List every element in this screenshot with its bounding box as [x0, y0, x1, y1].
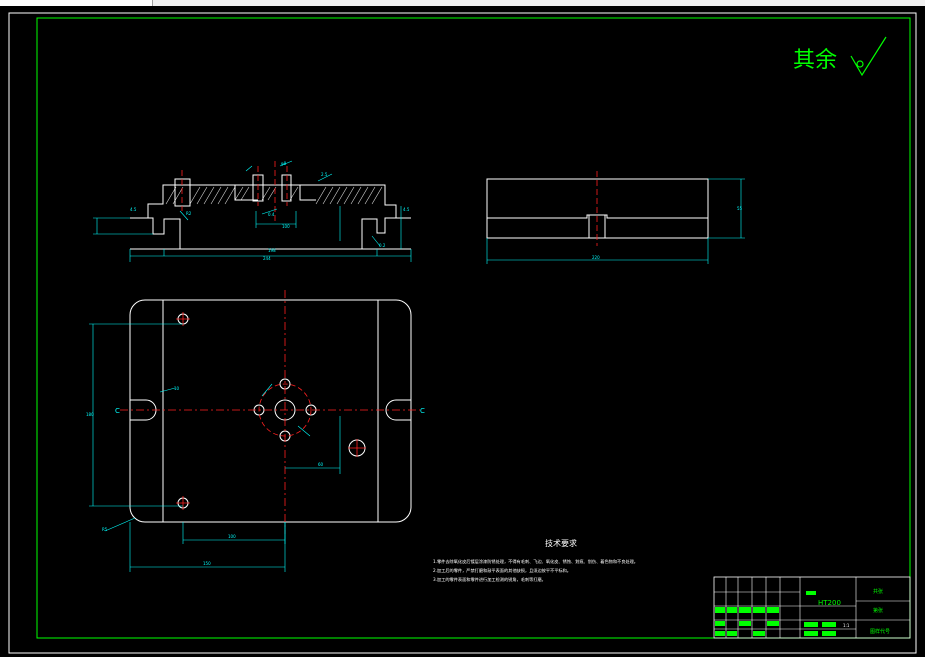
tech-title: 技术要求: [545, 538, 577, 548]
roughness-symbol: [850, 36, 887, 77]
svg-text:55: 55: [737, 206, 743, 211]
tech-item-1: 1.零件去除氧化皮后镀层涂漆防锈处理，不得有毛刺、飞边、氧化皮、锈蚀、划痕、划伤…: [433, 558, 638, 565]
svg-text:4.5: 4.5: [130, 207, 137, 212]
svg-text:R2: R2: [186, 211, 192, 216]
svg-text:244: 244: [263, 256, 271, 261]
surface-note: 其余: [793, 48, 837, 73]
inner-border: [36, 17, 911, 639]
plan-view: 180 150 100 60 R5 10 C C: [86, 290, 425, 572]
svg-text:R5: R5: [102, 527, 108, 532]
svg-text:100: 100: [228, 534, 236, 539]
title-block-r1: 共张: [873, 588, 883, 595]
material-label: HT200: [818, 599, 841, 607]
tech-item-2: 2.加工后的零件，严禁打磨和敲平表面的其他缺损，且须边按平不平标和。: [433, 567, 571, 574]
svg-text:φ8: φ8: [281, 161, 287, 166]
svg-text:10: 10: [174, 386, 180, 391]
front-section-view: 244 198 100 2.5 R2 0.4 0.2 4.5 4.5 φ8: [93, 160, 412, 262]
title-block-r3: 图样代号: [870, 628, 890, 635]
section-label-left: C: [115, 407, 120, 415]
section-label-right: C: [420, 407, 425, 415]
svg-text:220: 220: [592, 255, 600, 260]
svg-text:198: 198: [268, 248, 276, 253]
title-block: HT200 1:1 共张 第张 图样代号: [713, 576, 911, 639]
outer-border: [8, 12, 917, 654]
svg-text:0.4: 0.4: [268, 212, 275, 217]
tech-item-3: 3.加工的零件表面和零件进行加工检测的锐角，毛刺等打磨。: [433, 576, 546, 583]
technical-requirements: 技术要求 1.零件去除氧化皮后镀层涂漆防锈处理，不得有毛刺、飞边、氧化皮、锈蚀、…: [433, 538, 638, 583]
title-block-r2: 第张: [873, 607, 883, 614]
svg-text:0.2: 0.2: [379, 243, 386, 248]
svg-text:2.5: 2.5: [321, 172, 328, 177]
svg-text:60: 60: [318, 462, 324, 467]
svg-text:100: 100: [282, 224, 290, 229]
scale-label: 1:1: [843, 623, 850, 628]
svg-text:150: 150: [203, 561, 211, 566]
side-view: 220 55: [486, 171, 745, 264]
svg-text:4.5: 4.5: [403, 207, 410, 212]
drawing-canvas[interactable]: 其余 244198100 2.5R2 0.4 0.24.5 4.5 φ8 220…: [0, 6, 925, 657]
svg-text:180: 180: [86, 412, 94, 417]
